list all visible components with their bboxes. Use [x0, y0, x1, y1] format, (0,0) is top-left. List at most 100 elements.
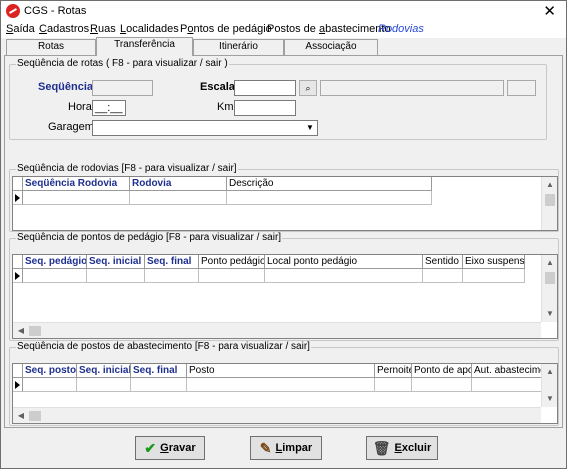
col-pernoite[interactable]: Pernoite: [375, 364, 412, 378]
menu-postos-de-abastecimento[interactable]: Postos de abastecimento: [267, 23, 391, 35]
grid-corner: [13, 177, 23, 191]
scroll-down-icon[interactable]: ▼: [542, 391, 557, 407]
col-sentido[interactable]: Sentido: [423, 255, 463, 269]
row-indicator-icon: [13, 269, 23, 283]
scroll-up-icon[interactable]: ▲: [542, 177, 557, 193]
cell[interactable]: [265, 269, 423, 283]
col-seq-inicial[interactable]: Seq. inicial: [87, 255, 145, 269]
window-title: CGS - Rotas: [24, 5, 87, 17]
save-button-label: Gravar: [160, 442, 196, 454]
tolls-group: Seqüência de pontos de pedágio [F8 - par…: [9, 232, 559, 341]
menu-rodovias[interactable]: Rodovias: [378, 23, 424, 35]
highways-vscrollbar[interactable]: ▲: [541, 177, 557, 230]
cell[interactable]: [87, 269, 145, 283]
cell[interactable]: [77, 378, 131, 392]
trash-icon: 🗑: [372, 439, 391, 456]
garagem-select[interactable]: ▼: [92, 120, 318, 136]
tolls-vscrollbar[interactable]: ▲ ▼: [541, 255, 557, 322]
table-row[interactable]: [13, 191, 432, 205]
route-sequence-group: Seqüência de rotas ( F8 - para visualiza…: [9, 58, 547, 140]
tab-rotas[interactable]: Rotas: [6, 39, 96, 55]
sequencia-field[interactable]: [92, 80, 153, 96]
col-seq-posto[interactable]: Seq. posto: [23, 364, 77, 378]
stations-group: Seqüência de postos de abastecimento [F8…: [9, 341, 559, 426]
menu-cadastros[interactable]: Cadastros: [39, 23, 89, 35]
scroll-left-icon[interactable]: ◀: [13, 408, 29, 423]
escala-label: Escala: [200, 81, 235, 93]
km-field[interactable]: [234, 100, 296, 116]
col-local-ponto-pedagio[interactable]: Local ponto pedágio: [265, 255, 423, 269]
menu-ruas[interactable]: Ruas: [90, 23, 116, 35]
scroll-up-icon[interactable]: ▲: [542, 255, 557, 271]
stations-grid[interactable]: Seq. posto Seq. inicial Seq. final Posto…: [12, 363, 558, 424]
cell[interactable]: [472, 378, 547, 392]
cell[interactable]: [23, 269, 87, 283]
title-bar: CGS - Rotas ✕: [1, 1, 566, 21]
stations-vscrollbar[interactable]: ▲ ▼: [541, 364, 557, 407]
row-indicator-icon: [13, 191, 23, 205]
col-aut-abastecimento[interactable]: Aut. abastecimento: [472, 364, 547, 378]
col-ponto-de-apoio[interactable]: Ponto de apoio: [412, 364, 472, 378]
main-window: CGS - Rotas ✕ Saída Cadastros Ruas Local…: [0, 0, 567, 469]
cell[interactable]: [130, 191, 227, 205]
check-icon: ✔: [144, 439, 157, 456]
scroll-thumb[interactable]: [545, 272, 555, 284]
scroll-thumb[interactable]: [545, 194, 555, 206]
stations-legend: Seqüência de postos de abastecimento [F8…: [16, 341, 311, 352]
chevron-down-icon[interactable]: ▼: [304, 122, 316, 134]
col-rodovia[interactable]: Rodovia: [130, 177, 227, 191]
highways-grid[interactable]: Seqüência Rodovia Rodovia Descrição ▲: [12, 176, 558, 231]
tab-itinerario[interactable]: Itinerário: [193, 39, 284, 55]
cell[interactable]: [23, 378, 77, 392]
scroll-thumb[interactable]: [29, 411, 41, 421]
cell[interactable]: [145, 269, 199, 283]
cell[interactable]: [23, 191, 130, 205]
col-ponto-pedagio[interactable]: Ponto pedágio: [199, 255, 265, 269]
save-button[interactable]: ✔ Gravar: [135, 436, 205, 460]
delete-button-label: Excluir: [394, 442, 432, 454]
hora-field[interactable]: __:__: [92, 100, 126, 116]
tab-transferencia[interactable]: Transferência: [96, 37, 193, 56]
clear-button-label: Limpar: [275, 442, 313, 454]
col-seq-pedagio[interactable]: Seq. pedágio: [23, 255, 87, 269]
col-descricao[interactable]: Descrição: [227, 177, 432, 191]
col-sequencia-rodovia[interactable]: Seqüência Rodovia: [23, 177, 130, 191]
cell[interactable]: [131, 378, 187, 392]
menu-saida[interactable]: Saída: [6, 23, 35, 35]
delete-button[interactable]: 🗑 Excluir: [366, 436, 438, 460]
cell[interactable]: [463, 269, 525, 283]
escala-description-field: [320, 80, 504, 96]
cell[interactable]: [199, 269, 265, 283]
tab-associacao[interactable]: Associação: [284, 39, 378, 55]
col-posto[interactable]: Posto: [187, 364, 375, 378]
cell[interactable]: [227, 191, 432, 205]
col-seq-inicial[interactable]: Seq. inicial: [77, 364, 131, 378]
clear-button[interactable]: ✎ Limpar: [250, 436, 322, 460]
scroll-down-icon[interactable]: ▼: [542, 306, 557, 322]
col-seq-final[interactable]: Seq. final: [131, 364, 187, 378]
close-icon[interactable]: ✕: [543, 2, 556, 20]
tolls-grid[interactable]: Seq. pedágio Seq. inicial Seq. final Pon…: [12, 254, 558, 339]
scroll-thumb[interactable]: [29, 326, 41, 336]
escala-field[interactable]: [234, 80, 296, 96]
scroll-left-icon[interactable]: ◀: [13, 323, 29, 338]
menu-localidades[interactable]: Localidades: [120, 23, 179, 35]
escala-lookup-button[interactable]: ⌕: [299, 80, 317, 96]
table-row[interactable]: [13, 269, 525, 283]
col-seq-final[interactable]: Seq. final: [145, 255, 199, 269]
menu-pontos-de-pedagio[interactable]: Pontos de pedágio: [180, 23, 272, 35]
cell[interactable]: [375, 378, 412, 392]
scroll-up-icon[interactable]: ▲: [542, 364, 557, 380]
tolls-hscrollbar[interactable]: ◀: [13, 322, 541, 338]
sequencia-label: Seqüência: [38, 81, 94, 93]
cell[interactable]: [187, 378, 375, 392]
stations-hscrollbar[interactable]: ◀: [13, 407, 541, 423]
highways-grid-header: Seqüência Rodovia Rodovia Descrição: [13, 177, 432, 191]
col-eixo-suspenso[interactable]: Eixo suspenso: [463, 255, 525, 269]
menu-bar: Saída Cadastros Ruas Localidades Pontos …: [1, 21, 566, 38]
tab-content-transferencia: Seqüência de rotas ( F8 - para visualiza…: [4, 55, 563, 428]
cell[interactable]: [412, 378, 472, 392]
table-row[interactable]: [13, 378, 547, 392]
cell[interactable]: [423, 269, 463, 283]
tolls-grid-header: Seq. pedágio Seq. inicial Seq. final Pon…: [13, 255, 525, 269]
